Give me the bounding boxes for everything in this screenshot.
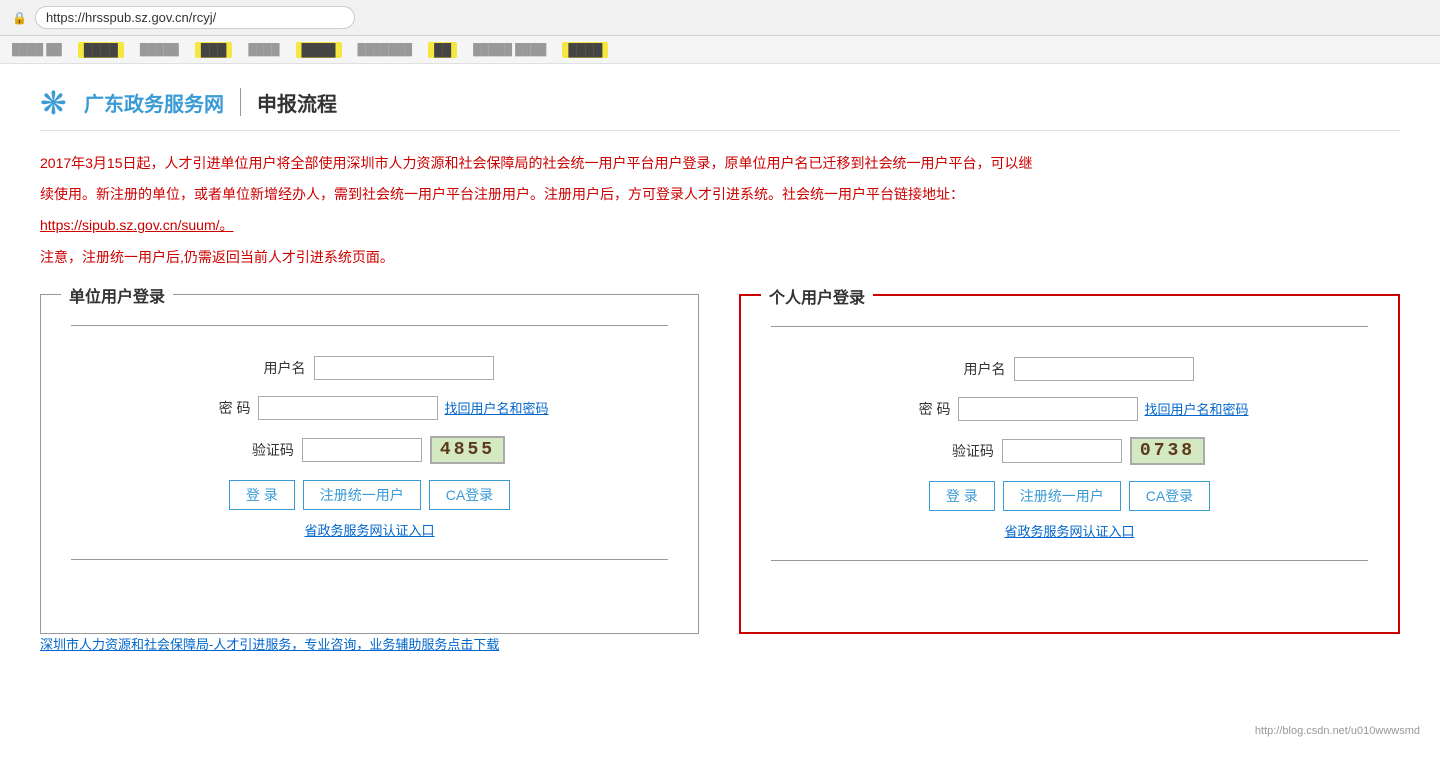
personal-captcha-image[interactable]: 0738 <box>1130 437 1205 465</box>
personal-register-button[interactable]: 注册统一用户 <box>1003 481 1121 511</box>
unit-password-label: 密 码 <box>190 398 250 418</box>
page-content: ❋ 广东政务服务网 申报流程 2017年3月15日起，人才引进单位用户将全部使用… <box>0 64 1440 673</box>
notice-link[interactable]: https://sipub.sz.gov.cn/suum/。 <box>40 217 234 233</box>
personal-username-input[interactable] <box>1014 357 1194 381</box>
personal-captcha-inner: 0738 <box>1002 437 1205 465</box>
site-logo: ❋ 广东政务服务网 <box>40 84 224 120</box>
unit-gov-link[interactable]: 省政务服务网认证入口 <box>71 520 668 539</box>
bookmark-1: ████ ██ <box>12 44 62 56</box>
login-panels: 单位用户登录 用户名 密 码 找回用户名和密码 验证码 4855 <box>40 294 1400 634</box>
browser-bar: 🔒 https://hrsspub.sz.gov.cn/rcyj/ <box>0 0 1440 36</box>
personal-login-button[interactable]: 登 录 <box>929 481 995 511</box>
site-header: ❋ 广东政务服务网 申报流程 <box>40 84 1400 131</box>
site-name: 广东政务服务网 <box>84 88 224 117</box>
unit-login-panel: 单位用户登录 用户名 密 码 找回用户名和密码 验证码 4855 <box>40 294 699 634</box>
unit-btn-row: 登 录 注册统一用户 CA登录 <box>71 480 668 510</box>
personal-gov-link[interactable]: 省政务服务网认证入口 <box>771 521 1368 540</box>
personal-login-title: 个人用户登录 <box>761 284 873 308</box>
unit-register-button[interactable]: 注册统一用户 <box>303 480 421 510</box>
notice-link-line: https://sipub.sz.gov.cn/suum/。 <box>40 213 1400 238</box>
bookmark-3: █████ <box>140 44 179 56</box>
unit-login-title: 单位用户登录 <box>61 283 173 307</box>
personal-ca-button[interactable]: CA登录 <box>1129 481 1210 511</box>
personal-captcha-row: 验证码 0738 <box>771 437 1368 465</box>
unit-username-row: 用户名 <box>71 356 668 380</box>
unit-password-input[interactable] <box>258 396 438 420</box>
unit-panel-top-line <box>71 325 668 326</box>
personal-password-input[interactable] <box>958 397 1138 421</box>
bookmark-2[interactable]: ████ <box>78 42 124 58</box>
bookmark-6[interactable]: ████ <box>296 42 342 58</box>
personal-password-row: 密 码 找回用户名和密码 <box>771 397 1368 421</box>
bookmark-7: ███████ <box>358 44 413 56</box>
logo-icon: ❋ <box>40 84 76 120</box>
notice-block: 2017年3月15日起，人才引进单位用户将全部使用深圳市人力资源和社会保障局的社… <box>40 151 1400 270</box>
page-title: 申报流程 <box>257 88 337 117</box>
bottom-link[interactable]: 深圳市人力资源和社会保障局-人才引进服务，专业咨询，业务辅助服务点击下载 <box>40 637 499 652</box>
unit-username-label: 用户名 <box>246 358 306 378</box>
notice-line3: 注意，注册统一用户后,仍需返回当前人才引进系统页面。 <box>40 245 1400 270</box>
personal-panel-top-line <box>771 326 1368 327</box>
personal-password-label: 密 码 <box>890 399 950 419</box>
bookmark-8[interactable]: ██ <box>428 42 457 58</box>
notice-line1: 2017年3月15日起，人才引进单位用户将全部使用深圳市人力资源和社会保障局的社… <box>40 151 1400 176</box>
personal-username-row: 用户名 <box>771 357 1368 381</box>
notice-line2: 续使用。新注册的单位，或者单位新增经办人，需到社会统一用户平台注册用户。注册用户… <box>40 182 1400 207</box>
personal-password-inner: 找回用户名和密码 <box>958 397 1248 421</box>
unit-captcha-image[interactable]: 4855 <box>430 436 505 464</box>
lock-icon: 🔒 <box>12 11 27 25</box>
bookmark-10[interactable]: ████ <box>562 42 608 58</box>
unit-password-inner: 找回用户名和密码 <box>258 396 548 420</box>
bookmarks-bar: ████ ██ ████ █████ ███ ████ ████ ███████… <box>0 36 1440 64</box>
unit-login-button[interactable]: 登 录 <box>229 480 295 510</box>
bookmark-9: █████ ████ <box>473 44 546 56</box>
unit-username-input[interactable] <box>314 356 494 380</box>
unit-captcha-input[interactable] <box>302 438 422 462</box>
personal-username-label: 用户名 <box>946 359 1006 379</box>
unit-password-row: 密 码 找回用户名和密码 <box>71 396 668 420</box>
personal-captcha-label: 验证码 <box>934 441 994 461</box>
unit-forget-link[interactable]: 找回用户名和密码 <box>444 398 548 417</box>
unit-panel-bottom-line <box>71 559 668 560</box>
bookmark-4[interactable]: ███ <box>195 42 233 58</box>
url-bar[interactable]: https://hrsspub.sz.gov.cn/rcyj/ <box>35 6 355 29</box>
unit-captcha-label: 验证码 <box>234 440 294 460</box>
personal-forget-link[interactable]: 找回用户名和密码 <box>1144 399 1248 418</box>
header-divider <box>240 88 241 116</box>
corner-watermark: http://blog.csdn.net/u010wwwsmd <box>1255 725 1420 737</box>
unit-captcha-inner: 4855 <box>302 436 505 464</box>
personal-panel-bottom-line <box>771 560 1368 561</box>
personal-login-panel: 个人用户登录 用户名 密 码 找回用户名和密码 验证码 0738 <box>739 294 1400 634</box>
personal-btn-row: 登 录 注册统一用户 CA登录 <box>771 481 1368 511</box>
personal-captcha-input[interactable] <box>1002 439 1122 463</box>
unit-captcha-row: 验证码 4855 <box>71 436 668 464</box>
bookmark-5: ████ <box>248 44 279 56</box>
unit-ca-button[interactable]: CA登录 <box>429 480 510 510</box>
